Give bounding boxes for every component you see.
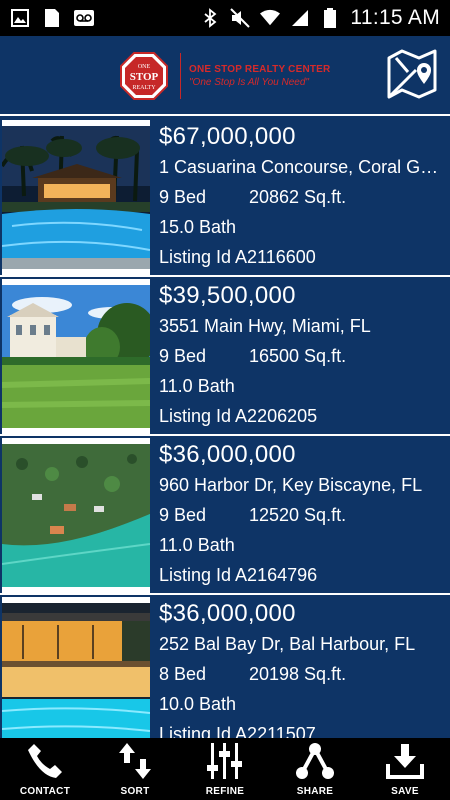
- listing-item[interactable]: $36,000,000 960 Harbor Dr, Key Biscayne,…: [0, 436, 450, 595]
- share-button[interactable]: SHARE: [270, 738, 360, 800]
- listing-price: $36,000,000: [159, 600, 296, 627]
- status-time: 11:15 AM: [350, 6, 440, 29]
- listing-baths: 15.0 Bath: [159, 217, 237, 237]
- logo-divider: [180, 53, 181, 99]
- nav-label-share: SHARE: [296, 786, 334, 797]
- nav-label-save: SAVE: [391, 786, 419, 797]
- listing-beds: 9 Bed: [159, 346, 207, 366]
- listing-item[interactable]: $39,500,000 3551 Main Hwy, Miami, FL 9 B…: [0, 277, 450, 436]
- refine-button[interactable]: REFINE: [180, 738, 270, 800]
- svg-text:REALTY: REALTY: [132, 85, 156, 91]
- save-button[interactable]: SAVE: [360, 738, 450, 800]
- listing-sqft: 20198 Sq.ft.: [249, 664, 347, 684]
- nav-label-sort: SORT: [120, 786, 150, 797]
- listing-baths: 10.0 Bath: [159, 694, 237, 714]
- listing-beds: 8 Bed: [159, 664, 207, 684]
- company-logo: ONE STOP REALTY ONE STOP REALTY CENTER "…: [120, 48, 340, 104]
- listing-photo[interactable]: [2, 279, 150, 434]
- status-bar: 11:15 AM: [0, 0, 450, 36]
- wifi-icon: [260, 8, 281, 28]
- listing-sqft: 12520 Sq.ft.: [249, 505, 347, 525]
- sliders-icon: [205, 740, 245, 782]
- listing-list[interactable]: $67,000,000 1 Casuarina Concourse, Coral…: [0, 118, 450, 738]
- listing-beds: 9 Bed: [159, 187, 207, 207]
- logo-tagline: "One Stop Is All You Need": [189, 77, 309, 88]
- gallery-icon: [10, 8, 30, 28]
- listing-id: Listing Id A2164796: [159, 565, 318, 585]
- nav-label-refine: REFINE: [205, 786, 245, 797]
- listing-photo[interactable]: [2, 438, 150, 593]
- listing-id: Listing Id A2211507: [159, 724, 316, 738]
- map-location-icon: [387, 49, 437, 99]
- download-icon: [385, 740, 425, 782]
- listing-sqft: 20862 Sq.ft.: [249, 187, 347, 207]
- voicemail-icon: [74, 8, 94, 28]
- signal-icon: [290, 8, 310, 28]
- listing-baths: 11.0 Bath: [159, 535, 235, 555]
- contact-button[interactable]: CONTACT: [0, 738, 90, 800]
- sort-arrows-icon: [115, 740, 155, 782]
- listing-address: 3551 Main Hwy, Miami, FL: [159, 316, 371, 336]
- mute-icon: [230, 8, 251, 28]
- listing-photo[interactable]: [2, 120, 150, 275]
- listing-address: 960 Harbor Dr, Key Biscayne, FL: [159, 475, 423, 495]
- listing-photo[interactable]: [2, 597, 150, 738]
- listing-price: $67,000,000: [159, 123, 296, 150]
- battery-icon: [320, 8, 340, 28]
- listing-id: Listing Id A2116600: [159, 247, 316, 267]
- listing-item[interactable]: $36,000,000 252 Bal Bay Dr, Bal Harbour,…: [0, 595, 450, 738]
- listing-price: $36,000,000: [159, 441, 296, 468]
- listing-baths: 11.0 Bath: [159, 376, 235, 396]
- sim-icon: [42, 8, 62, 28]
- share-icon: [295, 740, 335, 782]
- bottom-nav: CONTACT SORT REFINE SHARE SAVE: [0, 738, 450, 800]
- listing-item[interactable]: $67,000,000 1 Casuarina Concourse, Coral…: [0, 118, 450, 277]
- listing-price: $39,500,000: [159, 282, 296, 309]
- bluetooth-icon: [200, 8, 220, 28]
- listing-sqft: 16500 Sq.ft.: [249, 346, 347, 366]
- phone-icon: [25, 740, 65, 782]
- listing-beds: 9 Bed: [159, 505, 207, 525]
- sort-button[interactable]: SORT: [90, 738, 180, 800]
- map-view-button[interactable]: [386, 48, 438, 100]
- logo-company-name: ONE STOP REALTY CENTER: [189, 64, 331, 75]
- svg-text:STOP: STOP: [130, 71, 159, 83]
- listing-address: 252 Bal Bay Dr, Bal Harbour, FL: [159, 634, 416, 654]
- listing-id: Listing Id A2206205: [159, 406, 318, 426]
- stop-sign-logo-icon: ONE STOP REALTY: [120, 52, 168, 100]
- nav-label-contact: CONTACT: [19, 786, 71, 797]
- svg-text:ONE: ONE: [138, 64, 151, 70]
- listing-address: 1 Casuarina Concourse, Coral Gables, FL: [159, 157, 439, 177]
- app-header: ONE STOP REALTY ONE STOP REALTY CENTER "…: [0, 36, 450, 116]
